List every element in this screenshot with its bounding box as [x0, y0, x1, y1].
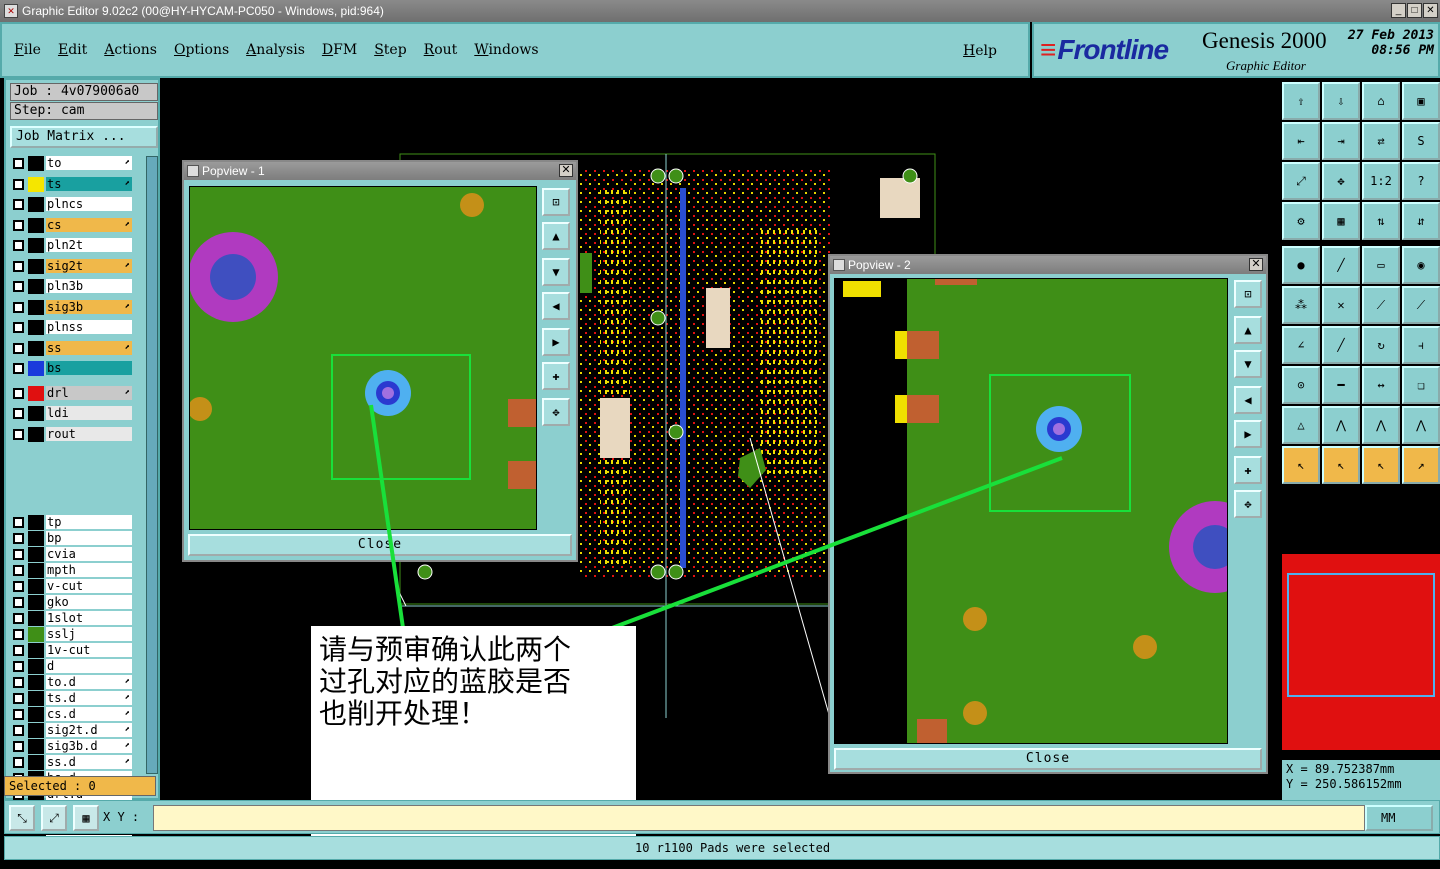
s-curve-icon[interactable]: S [1402, 122, 1440, 160]
diagonal-icon[interactable]: ╱ [1322, 326, 1360, 364]
cross-icon[interactable]: ✕ [1322, 286, 1360, 324]
peak-icon[interactable]: ⋀ [1322, 406, 1360, 444]
open-icon[interactable]: ⇪ [1282, 82, 1320, 120]
connect-icon[interactable]: ⁂ [1282, 286, 1320, 324]
minus-icon[interactable]: ━ [1322, 366, 1360, 404]
group-icon[interactable]: ❏ [1402, 366, 1440, 404]
route-icon[interactable]: ↗ [1402, 446, 1440, 484]
select-icon[interactable]: ↖ [1322, 446, 1360, 484]
peak-line-icon[interactable]: ⋀ [1402, 406, 1440, 444]
pointer-icon[interactable]: ↖ [1282, 446, 1320, 484]
zoom-center-icon[interactable]: ✥ [1322, 162, 1360, 200]
select-area-icon[interactable]: ↖ [1362, 446, 1400, 484]
note-line: 过孔对应的蓝胶是否 [319, 665, 572, 698]
overview-map[interactable] [1282, 554, 1440, 750]
layer-up-icon[interactable]: ⇅ [1362, 202, 1400, 240]
pad-icon[interactable]: ● [1282, 246, 1320, 284]
redo-icon[interactable]: ⇥ [1322, 122, 1360, 160]
window-icon[interactable]: ▣ [1402, 82, 1440, 120]
layer-down-icon[interactable]: ⇵ [1402, 202, 1440, 240]
settings-icon[interactable]: ⚙ [1282, 202, 1320, 240]
note-line: 请与预审确认此两个 [319, 633, 572, 666]
xy-input[interactable] [153, 805, 1365, 831]
coord-x: X = 89.752387mm [1286, 762, 1395, 776]
undo-icon[interactable]: ⇤ [1282, 122, 1320, 160]
line-icon[interactable]: ╱ [1322, 246, 1360, 284]
scale-one-icon[interactable]: 1:2 [1362, 162, 1400, 200]
coord-y: Y = 250.586152mm [1286, 777, 1402, 791]
status-bar: 10 r1100 Pads were selected [4, 836, 1440, 860]
triangle-icon[interactable]: △ [1282, 406, 1320, 444]
xy-label: X Y : [103, 810, 140, 824]
segment-icon[interactable]: ⟋ [1362, 286, 1400, 324]
command-bar: ⤡ ⤢ ▦ X Y : MM [4, 800, 1440, 834]
note-line: 也削开处理！ [319, 697, 488, 730]
ruler-icon[interactable]: ▭ [1362, 246, 1400, 284]
home-icon[interactable]: ⌂ [1362, 82, 1400, 120]
circle-icon[interactable]: ◉ [1402, 246, 1440, 284]
grid-snap-icon[interactable]: ▦ [73, 805, 99, 831]
segment-end-icon[interactable]: ⟋ [1402, 286, 1440, 324]
resize-icon[interactable]: ⤡ [9, 805, 35, 831]
measure-icon[interactable]: ↔ [1362, 366, 1400, 404]
arc-icon[interactable]: ↻ [1362, 326, 1400, 364]
zoom-extents-icon[interactable]: ⤢ [1282, 162, 1320, 200]
mirror-icon[interactable]: ⫞ [1402, 326, 1440, 364]
peak-up-icon[interactable]: ⋀ [1362, 406, 1400, 444]
angle-icon[interactable]: ∠ [1282, 326, 1320, 364]
unit-selector[interactable]: MM [1365, 805, 1433, 831]
right-toolbar: ⇪ ⇩ ⌂ ▣ ⇤ ⇥ ⇄ S ⤢ ✥ 1:2 ? ⚙ ▦ ⇅ ⇵ ● ╱ ▭ … [1280, 78, 1440, 800]
swap-icon[interactable]: ⇄ [1362, 122, 1400, 160]
save-icon[interactable]: ⇩ [1322, 82, 1360, 120]
grid-icon[interactable]: ▦ [1322, 202, 1360, 240]
cursor-coordinates: X = 89.752387mm Y = 250.586152mm [1282, 760, 1440, 800]
measure-diagonal-icon[interactable]: ⤢ [41, 805, 67, 831]
annotation-arrows [369, 404, 1063, 630]
help-icon[interactable]: ? [1402, 162, 1440, 200]
snap-icon[interactable]: ⊙ [1282, 366, 1320, 404]
